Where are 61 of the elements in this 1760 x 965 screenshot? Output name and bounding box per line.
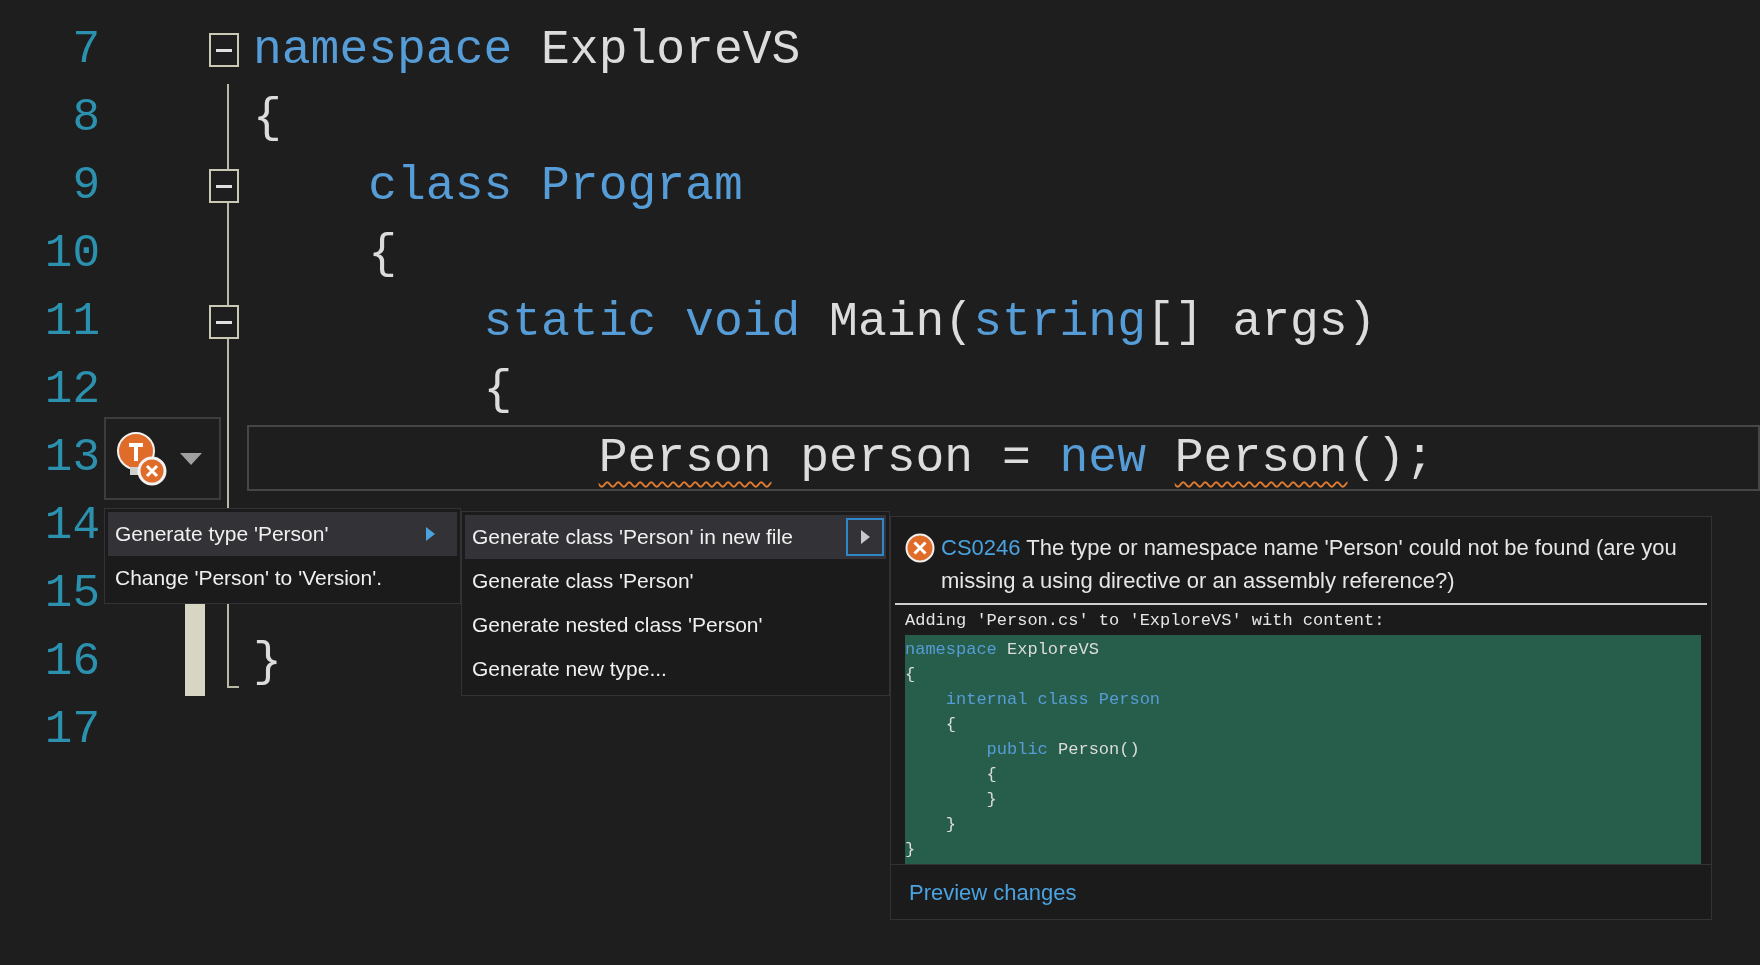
line-number: 14 — [43, 498, 100, 554]
code-token: person = — [800, 430, 1032, 487]
code-token: namespace — [253, 22, 513, 79]
line-number: 16 — [43, 634, 100, 690]
collapse-icon[interactable] — [209, 169, 239, 203]
code-token: public — [985, 739, 1048, 761]
code-token: static void — [483, 294, 801, 351]
error-token: Person — [1174, 430, 1348, 487]
menu-item-label: Change 'Person' to 'Version'. — [115, 565, 383, 592]
line-number: 7 — [71, 22, 100, 78]
line-number: 10 — [43, 226, 100, 282]
code-token: { — [483, 362, 513, 419]
line-number: 15 — [43, 566, 100, 622]
menu-item-label: Generate type 'Person' — [115, 521, 329, 548]
code-token: (); — [1347, 430, 1435, 487]
collapse-icon[interactable] — [209, 305, 239, 339]
preview-changes-link[interactable]: Preview changes — [909, 875, 1077, 909]
menu-item[interactable]: Generate class 'Person' — [465, 559, 886, 603]
line-number: 12 — [43, 362, 100, 418]
line-number: 9 — [71, 158, 100, 214]
menu-item[interactable]: Generate class 'Person' in new file — [465, 515, 886, 559]
menu-item-label: Generate class 'Person' in new file — [472, 524, 793, 551]
menu-item[interactable]: Generate new type... — [465, 647, 886, 691]
line-number: 8 — [71, 90, 100, 146]
menu-item-label: Generate nested class 'Person' — [472, 612, 763, 639]
code-token: } — [905, 839, 916, 861]
menu-item[interactable]: Change 'Person' to 'Version'. — [108, 556, 457, 600]
dropdown-caret-icon — [180, 452, 202, 465]
code-token: { — [944, 714, 956, 736]
code-token: ExploreVS — [1006, 639, 1099, 661]
arrow-icon — [860, 530, 870, 544]
code-token: } — [985, 789, 997, 811]
code-token: class Program — [368, 158, 743, 215]
menu-item-label: Generate class 'Person' — [472, 568, 694, 595]
code-token: new — [1059, 430, 1146, 487]
line-number: 11 — [43, 294, 100, 350]
line-number: 17 — [43, 702, 100, 758]
code-token: { — [905, 664, 916, 686]
code-token: { — [253, 90, 282, 147]
menu-item[interactable]: Generate type 'Person' — [108, 512, 457, 556]
error-token: Person — [598, 430, 772, 487]
code-token: namespace — [905, 639, 997, 661]
code-token: [] args) — [1145, 294, 1377, 351]
code-token: { — [368, 226, 398, 283]
code-token: Person() — [1057, 739, 1140, 761]
menu-item-label: Generate new type... — [472, 656, 667, 683]
error-message: CS0246 The type or namespace name 'Person' could not be found (are you missing a using directive or an assembly reference?) — [941, 534, 1678, 595]
code-token: string — [973, 294, 1146, 351]
menu-item[interactable]: Generate nested class 'Person' — [465, 603, 886, 647]
code-token: } — [253, 634, 282, 691]
code-token: Main( — [829, 294, 974, 351]
submenu-arrow-button[interactable] — [846, 518, 884, 556]
code-token: ExploreVS — [541, 22, 801, 79]
preview-summary: Adding 'Person.cs' to 'ExploreVS' with content: — [905, 610, 1386, 632]
collapse-icon[interactable] — [209, 33, 239, 67]
code-token: { — [985, 764, 997, 786]
line-number: 13 — [43, 430, 100, 486]
code-token: } — [944, 814, 956, 836]
lightbulb-button[interactable] — [104, 417, 221, 500]
error-icon — [905, 533, 935, 563]
code-token: internal class Person — [944, 689, 1161, 711]
